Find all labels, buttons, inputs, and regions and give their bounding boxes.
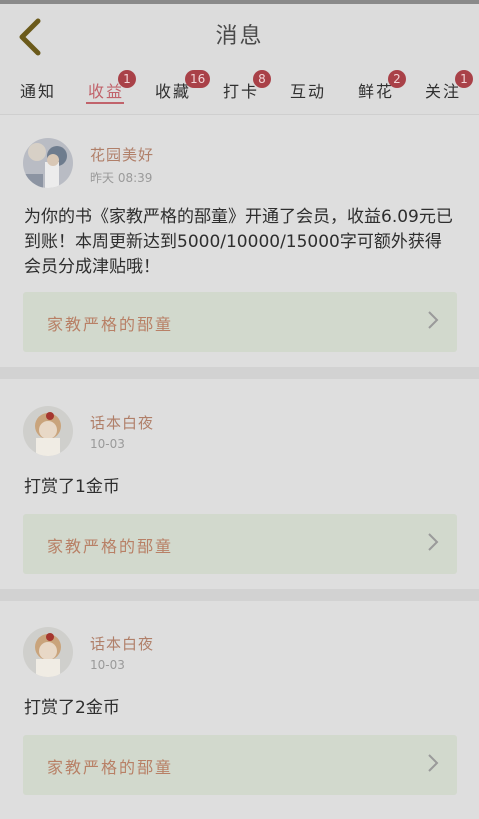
book-link[interactable]: 家教严格的郚童 <box>23 514 457 574</box>
tab-interaction[interactable]: 互动 <box>290 78 326 102</box>
user-avatar-icon <box>23 627 73 677</box>
timestamp: 昨天 08:39 <box>90 171 153 185</box>
tab-label: 互动 <box>290 82 327 101</box>
tab-label: 通知 <box>20 82 57 101</box>
page-title: 消息 <box>215 24 264 49</box>
avatar[interactable] <box>23 138 73 188</box>
tab-earnings[interactable]: 收益 1 <box>88 70 136 102</box>
divider <box>0 589 479 601</box>
tab-label: 收益 <box>88 82 125 101</box>
unread-badge: 8 <box>253 70 271 88</box>
tab-label: 关注 <box>425 82 462 101</box>
author-name[interactable]: 话本白夜 <box>90 412 154 433</box>
unread-badge: 1 <box>455 70 473 88</box>
message-card: 话本白夜 10-03 打赏了2金币 家教严格的郚童 <box>0 601 479 819</box>
tab-notice[interactable]: 通知 <box>20 78 56 102</box>
message-text: 为你的书《家教严格的郚童》开通了会员，收益6.09元已到账！本周更新达到5000… <box>24 207 453 277</box>
tab-bar: 通知 收益 1 收藏 16 打卡 8 互动 鲜花 2 关注 1 <box>0 66 479 115</box>
chevron-right-icon <box>427 753 439 777</box>
tab-label: 收藏 <box>155 82 192 101</box>
tab-flowers[interactable]: 鲜花 2 <box>358 70 406 102</box>
message-text: 打赏了2金币 <box>24 698 120 718</box>
book-title: 家教严格的郚童 <box>47 758 174 777</box>
book-link[interactable]: 家教严格的郚童 <box>23 735 457 795</box>
chevron-right-icon <box>427 532 439 556</box>
message-card: 花园美好 昨天 08:39 为你的书《家教严格的郚童》开通了会员，收益6.09元… <box>0 115 479 367</box>
unread-badge: 1 <box>118 70 136 88</box>
user-avatar-icon <box>23 138 73 188</box>
tab-follow[interactable]: 关注 1 <box>425 70 473 102</box>
unread-badge: 2 <box>388 70 406 88</box>
chevron-right-icon <box>427 310 439 334</box>
book-title: 家教严格的郚童 <box>47 315 174 334</box>
page: 消息 通知 收益 1 收藏 16 打卡 8 互动 鲜花 2 关注 1 花园美好 … <box>0 0 479 819</box>
timestamp: 10-03 <box>90 658 125 672</box>
timestamp: 10-03 <box>90 437 125 451</box>
tab-label: 鲜花 <box>358 82 395 101</box>
avatar[interactable] <box>23 406 73 456</box>
active-tab-indicator <box>86 102 124 104</box>
header: 消息 <box>0 4 479 66</box>
message-card: 话本白夜 10-03 打赏了1金币 家教严格的郚童 <box>0 379 479 589</box>
tab-label: 打卡 <box>223 82 260 101</box>
user-avatar-icon <box>23 406 73 456</box>
book-title: 家教严格的郚童 <box>47 537 174 556</box>
author-name[interactable]: 花园美好 <box>90 144 154 165</box>
tab-favorites[interactable]: 收藏 16 <box>155 70 211 102</box>
author-name[interactable]: 话本白夜 <box>90 633 154 654</box>
divider <box>0 367 479 379</box>
book-link[interactable]: 家教严格的郚童 <box>23 292 457 352</box>
avatar[interactable] <box>23 627 73 677</box>
tab-checkin[interactable]: 打卡 8 <box>223 70 271 102</box>
unread-badge: 16 <box>185 70 211 88</box>
message-text: 打赏了1金币 <box>24 477 120 497</box>
